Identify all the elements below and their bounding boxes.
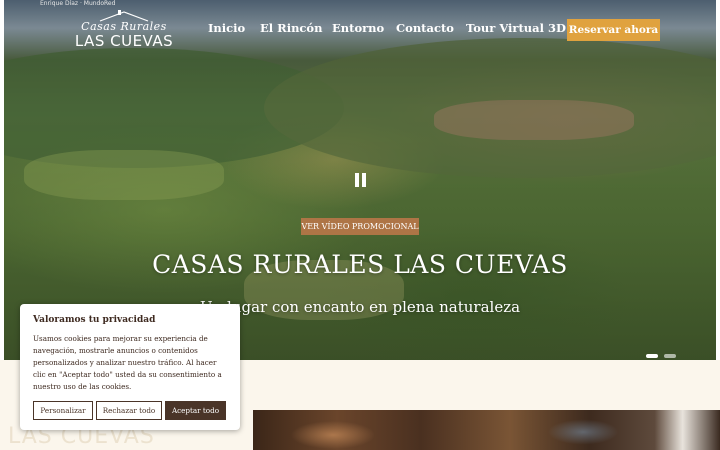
nav-item-entorno[interactable]: Entorno [332,21,384,35]
nav-item-inicio[interactable]: Inicio [208,21,245,35]
cave-interior-photo [253,410,720,450]
cookie-accept-button[interactable]: Aceptar todo [165,401,226,420]
pause-bar [355,173,359,187]
hero-title: CASAS RURALES LAS CUEVAS [152,250,568,279]
slider-dot[interactable] [646,354,658,358]
promo-video-button[interactable]: VER VÍDEO PROMOCIONAL [301,218,419,235]
pause-icon[interactable] [355,173,367,187]
photo-credit: Enrique Díaz · MundoRed [40,0,116,7]
cookie-consent-banner: Valoramos tu privacidad Usamos cookies p… [20,304,240,430]
pause-bar [362,173,366,187]
logo-main-text: LAS CUEVAS [74,32,174,50]
cookie-reject-button[interactable]: Rechazar todo [96,401,162,420]
reserve-button[interactable]: Reservar ahora [567,19,660,41]
nav-item-el-rincon[interactable]: El Rincón [260,21,322,35]
site-logo[interactable]: Casas Rurales LAS CUEVAS [68,8,180,50]
nav-item-tour-virtual[interactable]: Tour Virtual 3D [466,21,566,35]
cookie-customize-button[interactable]: Personalizar [33,401,93,420]
cookie-title: Valoramos tu privacidad [33,315,156,325]
slider-dot[interactable] [664,354,676,358]
cookie-text: Usamos cookies para mejorar su experienc… [33,334,222,391]
nav-item-contacto[interactable]: Contacto [396,21,454,35]
